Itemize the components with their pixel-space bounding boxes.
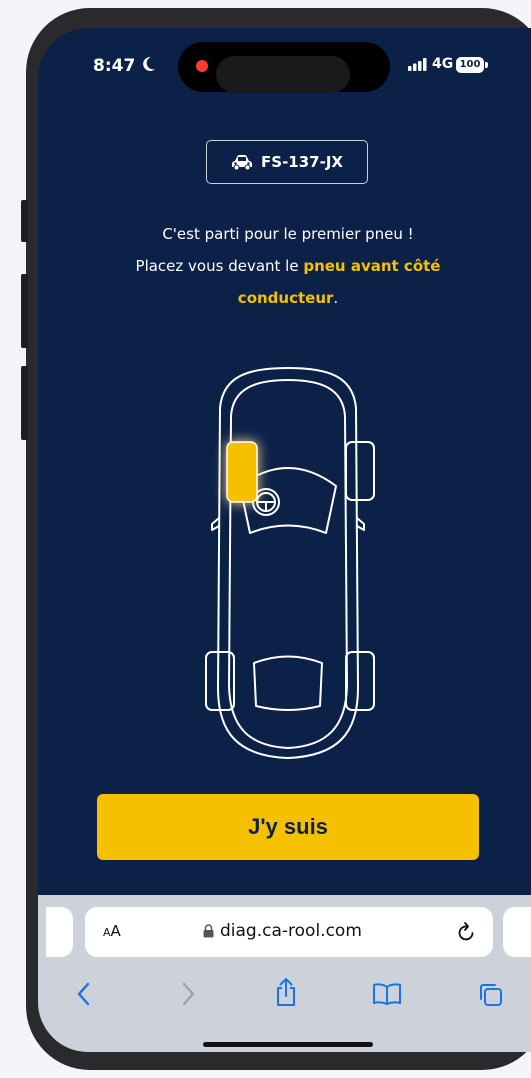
battery-tip [485,62,488,68]
tabs-icon[interactable] [478,982,504,1008]
lock-icon [203,924,214,938]
instruction-line-1: C'est parti pour le premier pneu ! [162,225,414,243]
network-type: 4G [432,56,454,72]
instruction-line-3: conducteur. [237,289,339,307]
signal-icon [408,58,427,71]
car-body-inner [228,379,348,749]
recording-indicator-icon [196,60,208,72]
previous-tab-preview[interactable] [46,907,73,957]
instruction-highlight-2: conducteur [237,289,334,307]
browser-bottom-bar: AA diag.ca-rool.com [38,895,531,1052]
tire-front-left-highlighted [226,441,258,503]
url-text: diag.ca-rool.com [220,921,362,941]
car-top-view-diagram [205,367,375,759]
status-bar: 8:47 4G 100 [38,28,531,108]
instructions-text: C'est parti pour le premier pneu ! Place… [78,218,498,314]
tire-front-right [345,441,375,501]
volume-up-button [21,274,28,348]
right-mirror [356,517,365,531]
volume-down-button [21,366,28,440]
moon-icon [143,56,155,71]
forward-icon[interactable] [180,982,196,1006]
share-icon[interactable] [274,977,298,1007]
instruction-line-2: Placez vous devant le pneu avant côté [135,257,441,275]
instruction-highlight: pneu avant côté [303,257,441,275]
mute-switch [21,200,28,242]
license-plate-text: FS-137-JX [261,153,343,171]
battery-icon: 100 [456,57,484,73]
screen: 8:47 4G 100 FS-137-JX C'est parti pour l… [38,28,531,1052]
status-time: 8:47 [93,56,136,76]
back-icon[interactable] [76,982,92,1006]
address-bar[interactable]: AA diag.ca-rool.com [85,907,493,957]
next-tab-preview[interactable] [503,907,531,957]
confirm-button[interactable]: J'y suis [97,794,479,860]
island-activity [216,56,350,93]
bookmarks-icon[interactable] [372,982,402,1006]
tire-rear-right [345,651,375,711]
car-icon [232,155,253,170]
license-plate-badge: FS-137-JX [206,140,368,184]
url-display[interactable]: diag.ca-rool.com [203,921,362,941]
rear-window [253,655,323,711]
reader-settings-button[interactable]: AA [103,922,121,940]
reload-icon[interactable] [457,921,477,943]
left-mirror [211,517,220,531]
car-body-outline [217,367,359,759]
home-indicator [203,1042,373,1047]
